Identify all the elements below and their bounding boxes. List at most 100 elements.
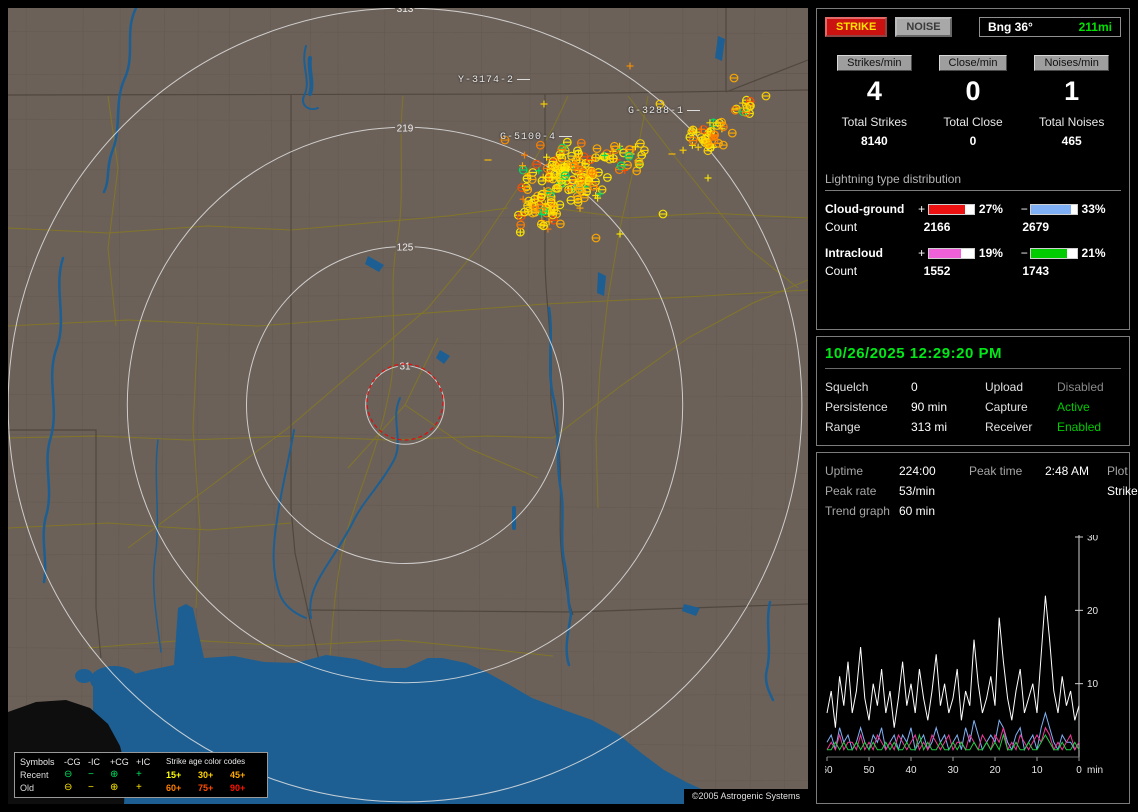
old-cg-pos-icon: ⊕ [110, 783, 136, 793]
total-noises-label: Total Noises [1022, 115, 1121, 129]
total-close-value: 0 [924, 134, 1023, 148]
plot-type-value: Strike [1107, 484, 1138, 498]
svg-text:30: 30 [1087, 535, 1099, 544]
count-label: Count [825, 264, 924, 278]
legend-row-recent: Recent [20, 770, 64, 780]
cloud-ground-row: Cloud-ground + 27% − 33% [825, 200, 1121, 218]
cg-negative-pct: 33% [1082, 202, 1121, 216]
recent-cg-pos-icon: ⊕ [110, 770, 136, 780]
total-strikes-label: Total Strikes [825, 115, 924, 129]
svg-text:20: 20 [1087, 606, 1099, 617]
ic-positive-count: 1552 [924, 264, 1023, 278]
datetime-display: 10/26/2025 12:29:20 PM [825, 345, 1121, 369]
strikes-per-min-header: Strikes/min [837, 55, 911, 71]
recent-cg-neg-icon: ⊖ [64, 770, 88, 780]
receiver-status-panel: 10/26/2025 12:29:20 PM Squelch 0 Upload … [816, 336, 1130, 446]
bearing-display: Bng 36° 211mi [979, 17, 1121, 37]
info-sidebar: STRIKE NOISE Bng 36° 211mi Strikes/min 4… [816, 8, 1130, 804]
age-75: 75+ [198, 783, 230, 793]
receiver-label: Receiver [985, 420, 1057, 434]
recent-ic-neg-icon: − [88, 770, 110, 780]
svg-text:219: 219 [397, 123, 414, 134]
ic-negative-count: 1743 [1022, 264, 1121, 278]
svg-text:30: 30 [947, 765, 959, 776]
lightning-distribution: Lightning type distribution Cloud-ground… [825, 172, 1121, 280]
distribution-title: Lightning type distribution [825, 172, 1121, 191]
svg-text:50: 50 [863, 765, 875, 776]
leader-line [559, 136, 572, 137]
plus-sign: + [916, 202, 928, 216]
small-lake [75, 669, 93, 683]
cg-positive-bar [928, 204, 975, 215]
storm-cell-text: G-5100-4 [500, 132, 556, 143]
strikes-column: Strikes/min 4 Total Strikes 8140 [825, 53, 924, 148]
squelch-value: 0 [911, 380, 985, 394]
leader-line [687, 110, 700, 111]
peak-time-value: 2:48 AM [1045, 464, 1107, 478]
noises-column: Noises/min 1 Total Noises 465 [1022, 53, 1121, 148]
close-column: Close/min 0 Total Close 0 [924, 53, 1023, 148]
old-ic-neg-icon: − [88, 783, 110, 793]
svg-text:20: 20 [989, 765, 1001, 776]
strikes-per-min-value: 4 [825, 76, 924, 106]
age-90: 90+ [230, 783, 262, 793]
trend-panel: Uptime 224:00 Peak time 2:48 AM Plot Pea… [816, 452, 1130, 804]
cg-negative-count: 2679 [1022, 220, 1121, 234]
strike-stats-panel: STRIKE NOISE Bng 36° 211mi Strikes/min 4… [816, 8, 1130, 330]
old-ic-pos-icon: + [136, 783, 156, 793]
peak-time-label: Peak time [969, 464, 1045, 478]
svg-text:313: 313 [397, 8, 414, 15]
svg-text:0: 0 [1076, 765, 1082, 776]
noises-per-min-header: Noises/min [1034, 55, 1108, 71]
count-label: Count [825, 220, 924, 234]
age-45: 45+ [230, 770, 262, 780]
lake-pontchartrain [90, 666, 138, 694]
close-per-min-header: Close/min [939, 55, 1008, 71]
copyright-text: ©2005 Astrogenic Systems [684, 789, 808, 804]
intracloud-row: Intracloud + 19% − 21% [825, 244, 1121, 262]
map-legend: Symbols -CG -IC +CG +IC Strike age color… [14, 752, 268, 798]
squelch-label: Squelch [825, 380, 911, 394]
peak-rate-label: Peak rate [825, 484, 899, 498]
svg-text:10: 10 [1087, 679, 1099, 690]
minus-sign: − [1018, 202, 1030, 216]
noise-mode-button[interactable]: NOISE [895, 17, 951, 37]
upload-label: Upload [985, 380, 1057, 394]
cloud-ground-count-row: Count 2166 2679 [825, 218, 1121, 236]
uptime-value: 224:00 [899, 464, 969, 478]
ic-negative-pct: 21% [1082, 246, 1121, 260]
cg-positive-count: 2166 [924, 220, 1023, 234]
capture-value: Active [1057, 400, 1121, 414]
legend-col-cg-pos: +CG [110, 757, 136, 767]
rate-grid: Strikes/min 4 Total Strikes 8140 Close/m… [825, 53, 1121, 148]
age-60: 60+ [166, 783, 198, 793]
storm-cell-label: G-5100-4 [500, 132, 572, 143]
legend-col-ic-neg: -IC [88, 757, 110, 767]
mode-row: STRIKE NOISE Bng 36° 211mi [825, 17, 1121, 37]
storm-cell-text: G-3288-1 [628, 106, 684, 117]
plot-label: Plot [1107, 464, 1138, 478]
persistence-value: 90 min [911, 400, 985, 414]
trend-chart: 1020306050403020100min [825, 535, 1121, 787]
legend-col-ic-pos: +IC [136, 757, 156, 767]
cloud-ground-label: Cloud-ground [825, 202, 916, 216]
minus-sign: − [1018, 246, 1030, 260]
total-noises-value: 465 [1022, 134, 1121, 148]
intracloud-label: Intracloud [825, 246, 916, 260]
svg-text:min: min [1087, 765, 1103, 776]
ic-positive-pct: 19% [979, 246, 1018, 260]
svg-text:31: 31 [399, 362, 411, 373]
noises-per-min-value: 1 [1022, 76, 1121, 106]
age-15: 15+ [166, 770, 198, 780]
strike-mode-button[interactable]: STRIKE [825, 17, 887, 37]
age-30: 30+ [198, 770, 230, 780]
trend-grid: Uptime 224:00 Peak time 2:48 AM Plot Pea… [825, 461, 1121, 521]
total-strikes-value: 8140 [825, 134, 924, 148]
range-label: Range [825, 420, 911, 434]
cg-negative-bar [1030, 204, 1077, 215]
range-value: 313 mi [911, 420, 985, 434]
upload-value: Disabled [1057, 380, 1121, 394]
trend-graph-label: Trend graph [825, 504, 899, 518]
recent-ic-pos-icon: + [136, 770, 156, 780]
intracloud-count-row: Count 1552 1743 [825, 262, 1121, 280]
